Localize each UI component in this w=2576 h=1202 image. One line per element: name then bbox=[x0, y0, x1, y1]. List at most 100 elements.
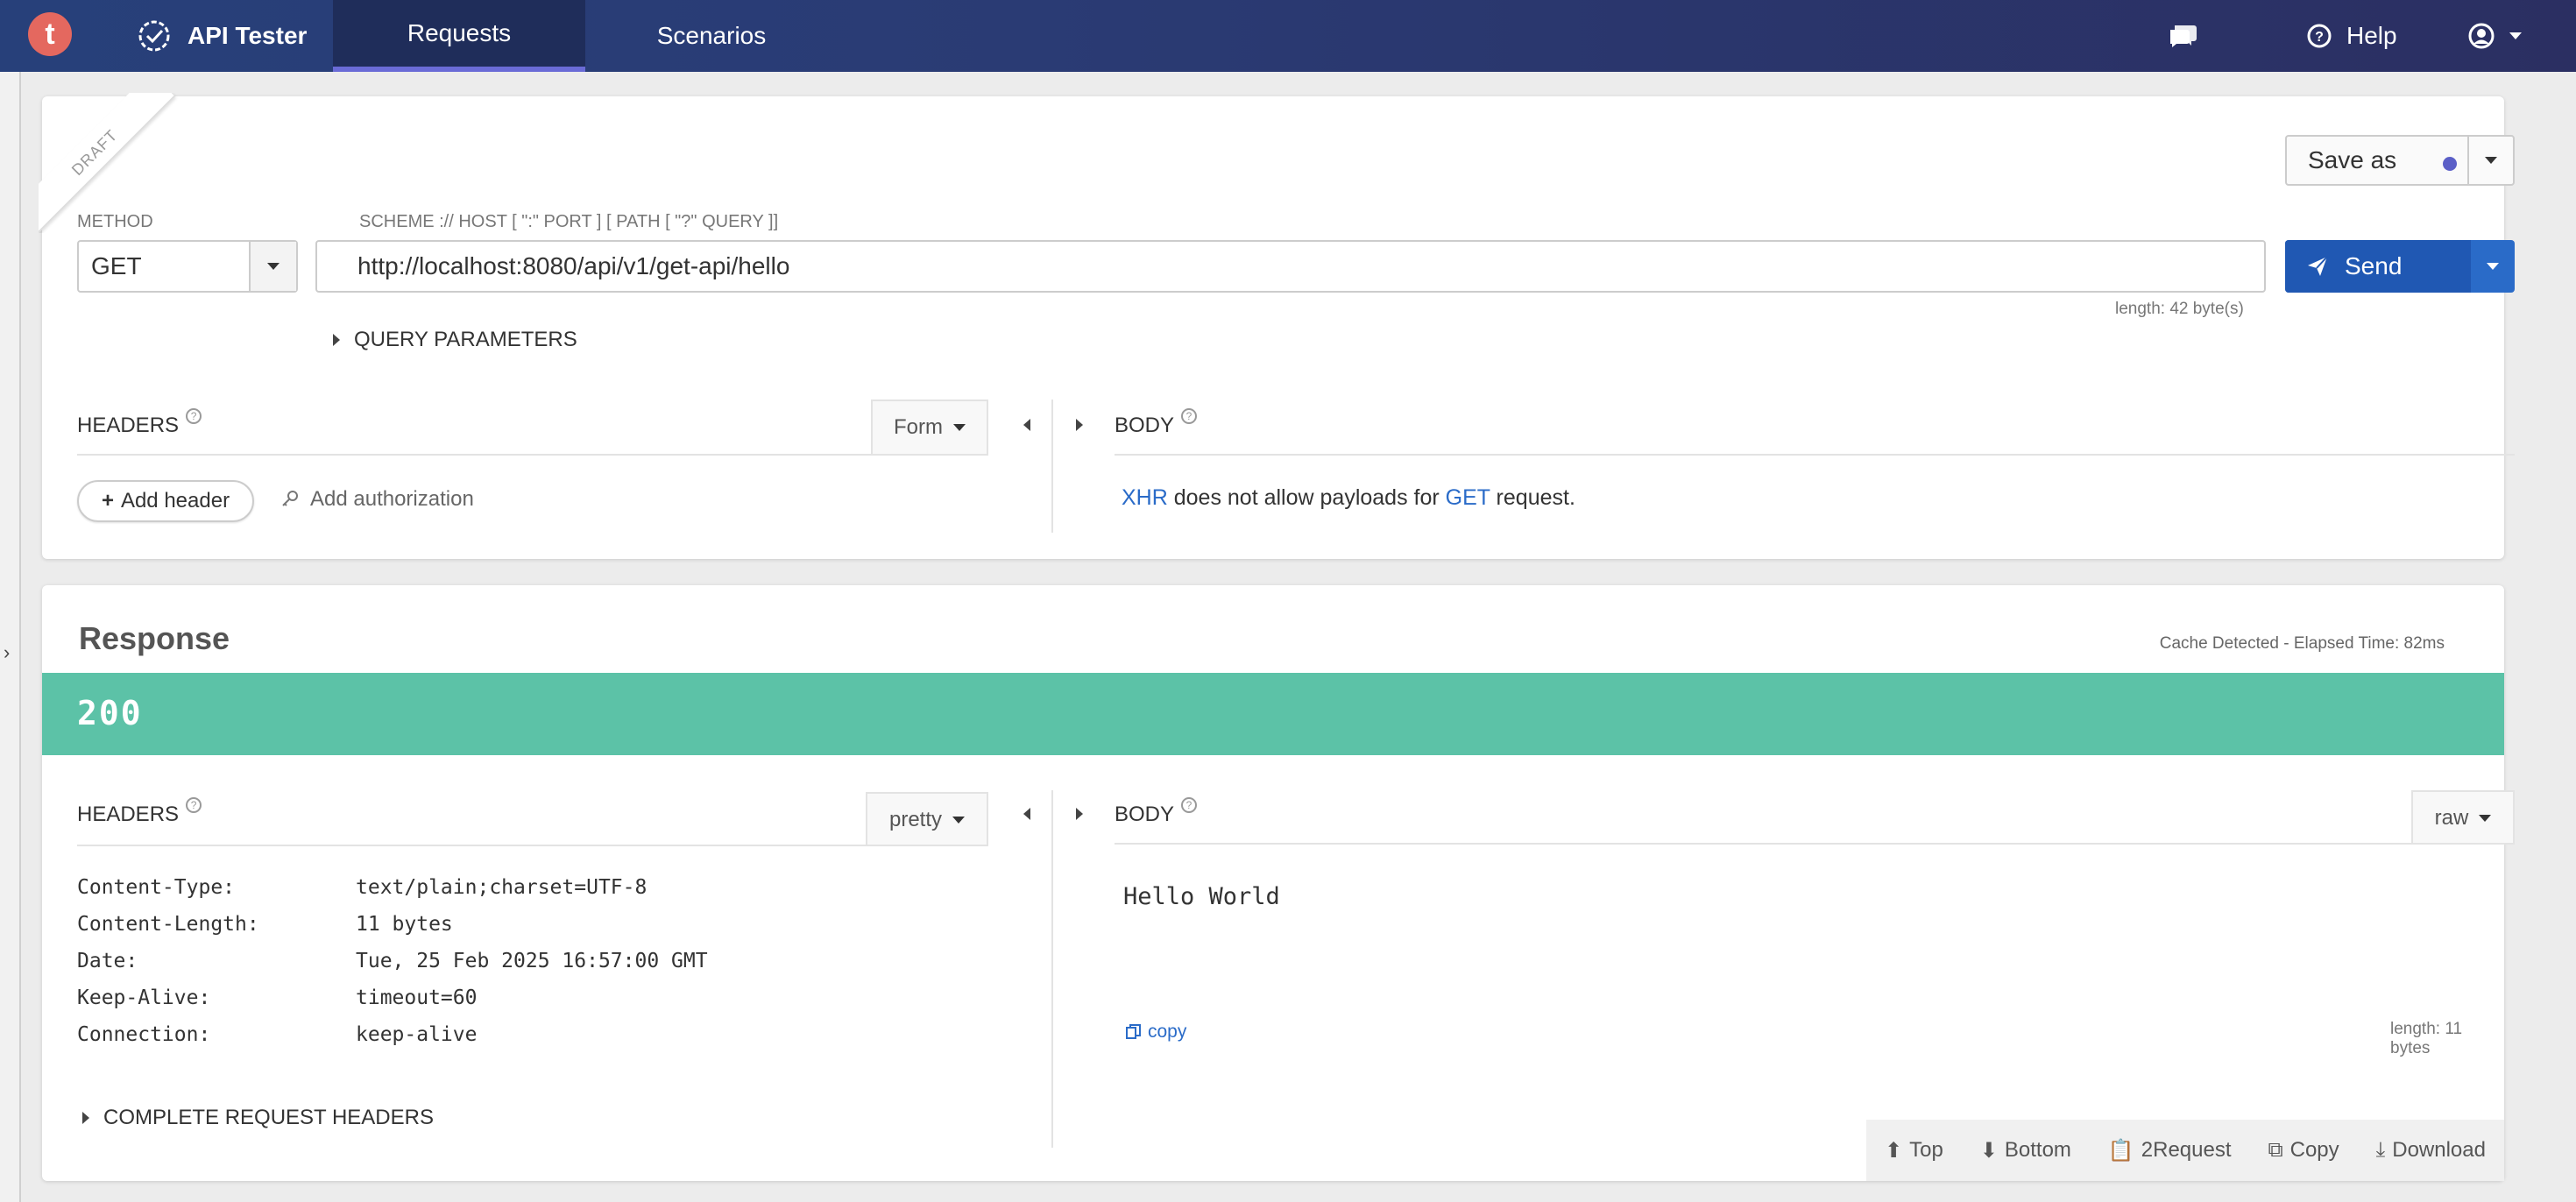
app-logo[interactable]: t bbox=[28, 12, 72, 56]
send-button[interactable]: Send bbox=[2285, 240, 2515, 293]
get-link[interactable]: GET bbox=[1446, 485, 1490, 510]
plus-icon: + bbox=[101, 489, 114, 513]
left-sidebar-toggle[interactable]: › bbox=[0, 72, 21, 1202]
response-body-title: BODY ? bbox=[1115, 797, 1198, 827]
arrow-up-circle-icon: ⬆ bbox=[1884, 1138, 1903, 1163]
add-authorization-link[interactable]: Add authorization bbox=[280, 487, 474, 512]
method-value: GET bbox=[91, 252, 142, 279]
help-icon[interactable]: ? bbox=[1181, 797, 1198, 813]
url-length-note: length: 42 byte(s) bbox=[2115, 300, 2244, 318]
chevron-right-icon: › bbox=[4, 641, 11, 663]
response-headers-mode-select[interactable]: pretty bbox=[866, 792, 988, 846]
top-navbar: t API Tester Requests Scenarios ? Help bbox=[0, 0, 2576, 72]
chat-button[interactable] bbox=[2168, 0, 2199, 72]
request-body-title: BODY ? bbox=[1115, 408, 1198, 438]
copy-icon bbox=[1126, 1024, 1141, 1039]
to-request-button[interactable]: 📋 2Request bbox=[2108, 1138, 2232, 1163]
method-label: METHOD bbox=[77, 212, 153, 231]
help-icon[interactable]: ? bbox=[1181, 408, 1198, 424]
add-header-label: Add header bbox=[120, 489, 230, 513]
body-not-allowed-note: XHR does not allow payloads for GET requ… bbox=[1122, 485, 1575, 510]
help-circle-icon: ? bbox=[2307, 24, 2332, 48]
chevron-down-icon bbox=[952, 817, 966, 824]
cache-elapsed-note: Cache Detected - Elapsed Time: 82ms bbox=[2159, 634, 2445, 653]
tab-scenarios[interactable]: Scenarios bbox=[585, 0, 838, 72]
response-panel: Response Cache Detected - Elapsed Time: … bbox=[42, 585, 2515, 1181]
chevron-down-icon bbox=[2479, 815, 2492, 822]
download-icon: ⤓ bbox=[2375, 1138, 2386, 1162]
collapse-left-icon[interactable] bbox=[1023, 419, 1030, 431]
check-badge-icon bbox=[138, 20, 170, 52]
paper-plane-icon bbox=[2308, 256, 2328, 276]
chevron-down-icon bbox=[2509, 32, 2522, 39]
clipboard-icon: 📋 bbox=[2107, 1138, 2134, 1163]
query-parameters-toggle[interactable]: QUERY PARAMETERS bbox=[333, 328, 577, 352]
help-icon[interactable]: ? bbox=[186, 408, 202, 424]
request-headers-title: HEADERS ? bbox=[77, 408, 202, 438]
chevron-down-icon bbox=[2487, 263, 2499, 270]
response-header-row: Content-Length: 11 bytes bbox=[77, 913, 453, 936]
caret-right-icon bbox=[333, 334, 340, 346]
copy-icon: ⧉ bbox=[2268, 1138, 2283, 1162]
app-brand[interactable]: API Tester bbox=[137, 0, 307, 72]
response-body-text: Hello World bbox=[1123, 883, 1280, 910]
divider bbox=[1115, 454, 2515, 456]
response-header-row: Content-Type: text/plain;charset=UTF-8 bbox=[77, 876, 648, 899]
account-menu[interactable] bbox=[2467, 0, 2522, 72]
url-format-label: SCHEME :// HOST [ ":" PORT ] [ PATH [ "?… bbox=[359, 212, 779, 231]
save-as-dropdown[interactable] bbox=[2467, 137, 2513, 184]
add-header-button[interactable]: + Add header bbox=[77, 480, 254, 522]
send-main[interactable]: Send bbox=[2285, 240, 2471, 293]
key-icon bbox=[282, 491, 298, 506]
add-authorization-label: Add authorization bbox=[310, 487, 474, 511]
caret-right-icon bbox=[82, 1112, 89, 1124]
body-length-note: length: 11 bytes bbox=[2390, 1020, 2463, 1057]
chevron-down-icon bbox=[267, 263, 280, 270]
copy-button[interactable]: ⧉ Copy bbox=[2268, 1138, 2339, 1163]
chat-icon bbox=[2170, 25, 2197, 47]
response-toolbar: ⬆ Top ⬇ Bottom 📋 2Request ⧉ Copy ⤓ Download bbox=[1866, 1120, 2504, 1181]
expand-right-icon[interactable] bbox=[1076, 419, 1083, 431]
collapse-left-icon[interactable] bbox=[1023, 808, 1030, 820]
response-headers-title: HEADERS ? bbox=[77, 797, 202, 827]
help-label: Help bbox=[2346, 22, 2397, 49]
method-select[interactable]: GET bbox=[77, 240, 298, 293]
divider bbox=[1051, 790, 1053, 1148]
method-dropdown[interactable] bbox=[249, 242, 296, 291]
scroll-bottom-button[interactable]: ⬇ Bottom bbox=[1980, 1138, 2071, 1163]
url-input[interactable] bbox=[315, 240, 2266, 293]
response-body-mode-value: raw bbox=[2434, 806, 2469, 830]
expand-right-icon[interactable] bbox=[1076, 808, 1083, 820]
divider bbox=[77, 454, 988, 456]
arrow-down-circle-icon: ⬇ bbox=[1979, 1138, 1998, 1163]
unsaved-dot-icon bbox=[2443, 157, 2457, 171]
svg-text:?: ? bbox=[2315, 30, 2324, 45]
brand-label: API Tester bbox=[188, 22, 308, 49]
response-header-row: Keep-Alive: timeout=60 bbox=[77, 986, 478, 1009]
response-body-mode-select[interactable]: raw bbox=[2411, 790, 2515, 845]
headers-mode-value: Form bbox=[894, 415, 943, 439]
help-button[interactable]: ? Help bbox=[2306, 0, 2397, 72]
scroll-top-button[interactable]: ⬆ Top bbox=[1885, 1138, 1943, 1163]
complete-request-headers-label: COMPLETE REQUEST HEADERS bbox=[103, 1106, 434, 1129]
save-as-button[interactable]: Save as bbox=[2285, 135, 2515, 186]
chevron-down-icon bbox=[953, 424, 966, 431]
help-icon[interactable]: ? bbox=[186, 797, 202, 813]
status-bar: 200 bbox=[42, 673, 2504, 755]
query-parameters-label: QUERY PARAMETERS bbox=[354, 328, 577, 351]
complete-request-headers-toggle[interactable]: COMPLETE REQUEST HEADERS bbox=[82, 1106, 434, 1130]
headers-mode-select[interactable]: Form bbox=[871, 399, 988, 454]
tab-requests[interactable]: Requests bbox=[333, 0, 585, 72]
send-label: Send bbox=[2345, 252, 2403, 279]
download-button[interactable]: ⤓ Download bbox=[2376, 1138, 2486, 1163]
send-dropdown[interactable] bbox=[2471, 240, 2515, 293]
copy-body-link[interactable]: copy bbox=[1125, 1022, 1186, 1043]
xhr-link[interactable]: XHR bbox=[1122, 485, 1168, 510]
response-headers-mode-value: pretty bbox=[888, 808, 943, 831]
status-code: 200 bbox=[77, 694, 143, 732]
divider bbox=[1115, 843, 2515, 845]
response-header-row: Connection: keep-alive bbox=[77, 1023, 478, 1046]
user-circle-icon bbox=[2468, 23, 2495, 49]
divider bbox=[77, 845, 988, 846]
request-panel: DRAFT Save as METHOD SCHEME :// HOST [ "… bbox=[39, 93, 2515, 559]
